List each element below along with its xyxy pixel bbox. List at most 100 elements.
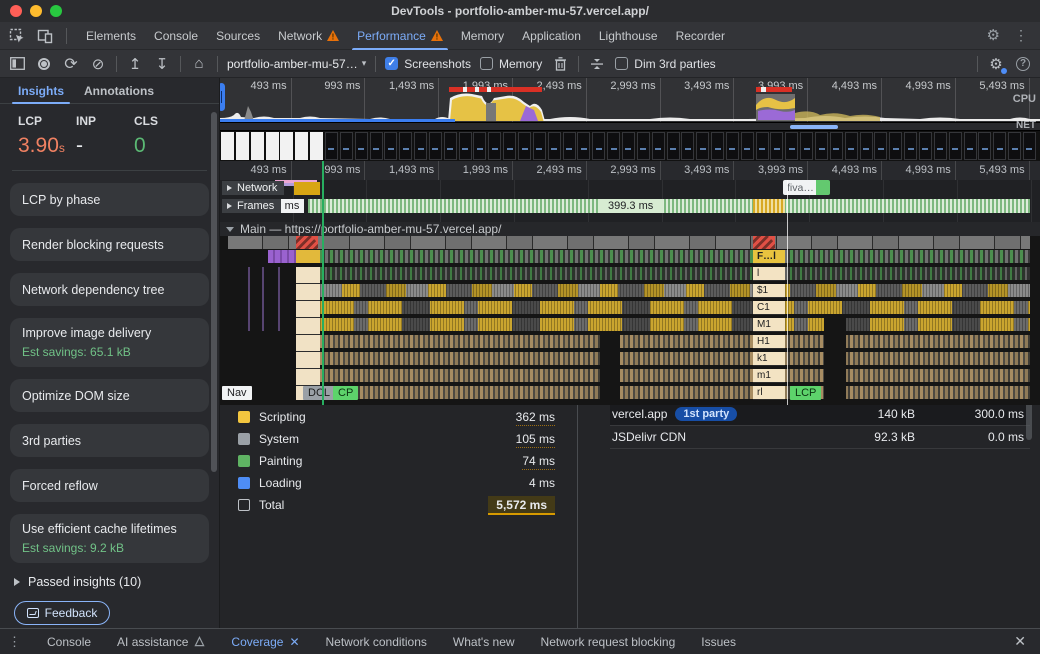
clear-icon[interactable]: ⊘ xyxy=(89,55,107,73)
table-row[interactable]: JSDelivr CDN 92.3 kB 0.0 ms xyxy=(610,426,1030,449)
metric-cls[interactable]: CLS 0 xyxy=(134,114,192,158)
device-toolbar-icon[interactable] xyxy=(36,27,54,45)
tab-network[interactable]: Network ! xyxy=(269,22,348,50)
tab-sources[interactable]: Sources xyxy=(207,22,269,50)
insight-title: Network dependency tree xyxy=(22,283,197,297)
selected-range-indicator[interactable] xyxy=(220,119,455,122)
collect-garbage-icon[interactable] xyxy=(551,55,569,73)
reload-record-icon[interactable]: ⟳ xyxy=(62,55,80,73)
painting-swatch xyxy=(238,455,250,467)
passed-insights-expander[interactable]: Passed insights (10) xyxy=(0,563,219,589)
frames-activity-bar[interactable] xyxy=(308,199,1030,213)
close-drawer-icon[interactable]: ✕ xyxy=(1014,633,1026,650)
stack-frame-label[interactable]: $1 xyxy=(753,284,785,298)
main-tabbar: Elements Console Sources Network ! Perfo… xyxy=(0,22,1040,50)
insight-title: Render blocking requests xyxy=(22,238,197,252)
main-thread-track-header[interactable]: Main — https://portfolio-amber-mu-57.ver… xyxy=(220,222,1040,236)
timeline-overview[interactable]: 493 ms993 ms1,493 ms1,993 ms2,493 ms2,99… xyxy=(220,78,1040,123)
transfer-cell: 92.3 kB xyxy=(805,430,915,444)
help-icon[interactable]: ? xyxy=(1014,55,1032,73)
stack-frame-label[interactable]: rl xyxy=(753,386,785,400)
metric-inp[interactable]: INP - xyxy=(76,114,134,158)
inspect-element-icon[interactable] xyxy=(8,27,26,45)
insight-cache-lifetimes[interactable]: Use efficient cache lifetimes Est saving… xyxy=(10,514,209,563)
flame-row xyxy=(320,335,1030,348)
sidebar-tab-annotations[interactable]: Annotations xyxy=(76,78,162,103)
drawer-tab-network-conditions[interactable]: Network conditions xyxy=(326,635,427,649)
tab-lighthouse[interactable]: Lighthouse xyxy=(590,22,667,50)
metric-lcp[interactable]: LCP 3.90s xyxy=(18,114,76,158)
close-coverage-icon[interactable]: ✕ xyxy=(289,635,299,649)
range-left-grip[interactable] xyxy=(220,83,225,111)
tab-recorder[interactable]: Recorder xyxy=(667,22,734,50)
tab-memory[interactable]: Memory xyxy=(452,22,513,50)
tab-elements[interactable]: Elements xyxy=(77,22,145,50)
insight-lcp-by-phase[interactable]: LCP by phase xyxy=(10,183,209,216)
record-icon[interactable] xyxy=(35,55,53,73)
drawer-tab-console[interactable]: Console xyxy=(47,635,91,649)
insight-forced-reflow[interactable]: Forced reflow xyxy=(10,469,209,502)
more-options-icon[interactable]: ⋮ xyxy=(1014,27,1028,44)
network-request-chip[interactable]: fiva… xyxy=(783,180,830,195)
stack-frame-label[interactable]: F…l xyxy=(753,250,785,264)
tab-console[interactable]: Console xyxy=(145,22,207,50)
insight-improve-image-delivery[interactable]: Improve image delivery Est savings: 65.1… xyxy=(10,318,209,367)
long-task-triangle-icon xyxy=(768,236,775,243)
toggle-sidebar-icon[interactable] xyxy=(8,55,26,73)
performance-timeline: 493 ms993 ms1,493 ms1,993 ms2,493 ms2,99… xyxy=(220,78,1040,628)
drawer-tab-whats-new[interactable]: What's new xyxy=(453,635,515,649)
sidebar-scrollbar[interactable] xyxy=(211,112,217,472)
idle-gap xyxy=(824,318,846,400)
download-profile-icon[interactable]: ↧ xyxy=(153,55,171,73)
page-selector-dropdown[interactable]: portfolio-amber-mu-57… ▾ xyxy=(227,57,366,71)
nav-marker[interactable]: Nav xyxy=(222,386,252,400)
sidebar-tab-insights[interactable]: Insights xyxy=(10,78,72,103)
screenshot-filmstrip[interactable] xyxy=(220,131,1040,161)
capture-settings-gear-icon[interactable]: ⚙ xyxy=(987,55,1005,73)
screenshots-checkbox[interactable]: ✓ Screenshots xyxy=(385,57,471,71)
feedback-button[interactable]: Feedback xyxy=(14,601,110,625)
timeline-tracks[interactable]: 493 ms993 ms1,493 ms1,993 ms2,493 ms2,99… xyxy=(220,161,1040,405)
stack-frame-label[interactable]: H1 xyxy=(753,335,785,349)
frames-track-expander[interactable]: Frames xyxy=(222,199,281,213)
legend-row: Scripting 362 ms xyxy=(238,406,555,428)
network-track-expander[interactable]: Network xyxy=(222,181,284,195)
legend-value: 74 ms xyxy=(522,454,555,470)
network-track[interactable]: Network fiva… xyxy=(220,180,1040,196)
drawer-more-icon[interactable]: ⋮ xyxy=(8,634,21,650)
memory-checkbox[interactable]: Memory xyxy=(480,57,542,71)
tab-performance[interactable]: Performance ! xyxy=(348,22,452,50)
legend-row-total: Total 5,572 ms xyxy=(238,494,555,516)
drawer-tab-issues[interactable]: Issues xyxy=(701,635,736,649)
table-row[interactable]: vercel.app1st party 140 kB 300.0 ms xyxy=(610,403,1030,426)
flame-row xyxy=(320,267,1030,280)
insight-render-blocking[interactable]: Render blocking requests xyxy=(10,228,209,261)
insight-network-dependency-tree[interactable]: Network dependency tree xyxy=(10,273,209,306)
stack-frame-label[interactable]: C1 xyxy=(753,301,785,315)
collapse-sections-icon[interactable] xyxy=(588,55,606,73)
dim-3rd-parties-checkbox[interactable]: Dim 3rd parties xyxy=(615,57,715,71)
settings-gear-icon[interactable]: ⚙ xyxy=(987,28,1000,43)
drawer-tab-ai-assistance[interactable]: AI assistance xyxy=(117,635,205,649)
frames-track[interactable]: 399.3 ms Frames ms xyxy=(220,196,1040,216)
drawer-tab-network-request-blocking[interactable]: Network request blocking xyxy=(541,635,676,649)
cp-marker[interactable]: CP xyxy=(333,386,358,400)
drawer-bar: ⋮ Console AI assistance Coverage ✕ Netwo… xyxy=(0,628,1040,654)
insight-3rd-parties[interactable]: 3rd parties xyxy=(10,424,209,457)
dcl-marker[interactable]: DCL xyxy=(303,386,335,400)
stack-frame-label[interactable]: k1 xyxy=(753,352,785,366)
stack-frame-label[interactable]: l xyxy=(753,267,785,281)
main-flame-chart[interactable]: F…l l $1 C1 M1 H1 k1 m1 rl Nav DCL CP LC… xyxy=(220,236,1040,405)
insight-optimize-dom-size[interactable]: Optimize DOM size xyxy=(10,379,209,412)
network-request-bar[interactable] xyxy=(294,182,320,195)
tab-application[interactable]: Application xyxy=(513,22,590,50)
upload-profile-icon[interactable]: ↥ xyxy=(126,55,144,73)
stack-frame-label[interactable]: m1 xyxy=(753,369,785,383)
stack-frame-label[interactable]: M1 xyxy=(753,318,785,332)
scripting-swatch xyxy=(238,411,250,423)
lcp-marker[interactable]: LCP xyxy=(790,386,821,400)
home-icon[interactable]: ⌂ xyxy=(190,55,208,73)
drawer-tab-coverage[interactable]: Coverage ✕ xyxy=(231,635,299,649)
long-frame-bar[interactable] xyxy=(753,199,785,213)
dcl-marker-line xyxy=(322,161,324,405)
